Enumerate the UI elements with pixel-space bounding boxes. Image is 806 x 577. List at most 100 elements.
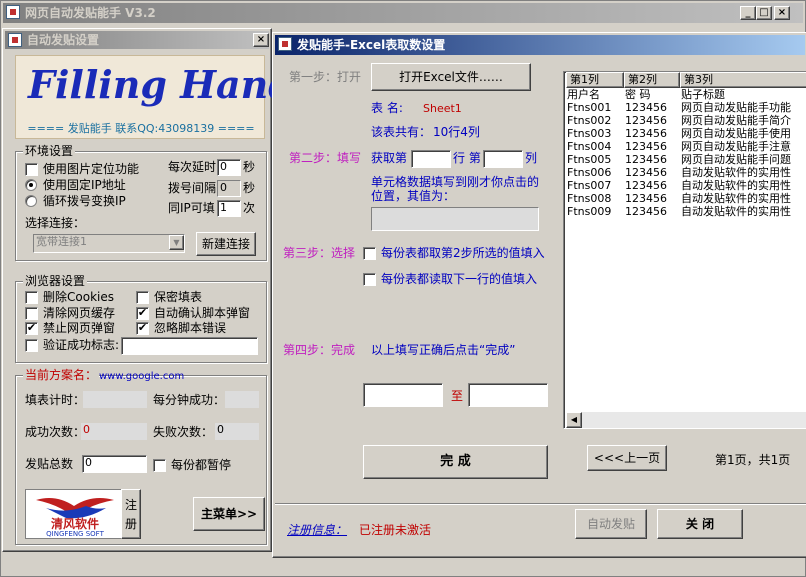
success-count-label: 成功次数： — [25, 425, 86, 439]
column-header-1[interactable]: 第1列 — [566, 72, 624, 88]
verify-success-label: 验证成功标志: — [43, 338, 120, 352]
auto-post-label: 自动发贴 — [586, 517, 635, 531]
total-posts-label: 发贴总数 — [25, 457, 74, 471]
table-row[interactable]: Ftns004 123456 网页自动发贴能手注意 — [564, 140, 806, 153]
scroll-left-button[interactable]: ◀ — [566, 412, 582, 428]
prev-page-button[interactable]: <<<上一页 — [587, 445, 667, 471]
close-dialog-button[interactable]: 关 闭 — [657, 509, 743, 539]
finish-button[interactable]: 完 成 — [363, 445, 548, 479]
main-menu-button[interactable]: 主菜单>> — [193, 497, 265, 531]
table-cell: 自动发贴软件的实用性 — [681, 166, 791, 179]
close-button[interactable]: × — [774, 6, 790, 20]
image-locate-checkbox[interactable] — [25, 163, 38, 176]
settings-close-button[interactable]: × — [253, 33, 269, 47]
settings-titlebar[interactable]: 自动发贴设置 — [5, 31, 269, 49]
table-cell: 自动发贴软件的实用性 — [681, 205, 791, 218]
table-row[interactable]: Ftns008 123456 自动发贴软件的实用性 — [564, 192, 806, 205]
table-cell: 网页自动发贴能手问题 — [681, 153, 791, 166]
dial-ip-label: 循环拨号变换IP — [43, 194, 126, 208]
table-row[interactable]: Ftns007 123456 自动发贴软件的实用性 — [564, 179, 806, 192]
per-minute-value — [225, 391, 259, 408]
dial-interval-unit: 秒 — [243, 181, 256, 195]
table-cell: 123456 — [625, 153, 667, 166]
dial-interval-input[interactable]: 0 — [217, 180, 241, 197]
excel-dialog-icon — [278, 37, 292, 51]
col-input[interactable] — [483, 150, 523, 168]
block-popup-checkbox[interactable]: ✔ — [25, 322, 38, 335]
chevron-down-icon[interactable]: ▼ — [169, 235, 184, 250]
main-window-titlebar[interactable]: 网页自动发贴能手 V3.2 — [3, 3, 803, 23]
table-row[interactable]: Ftns009 123456 自动发贴软件的实用性 — [564, 205, 806, 218]
fixed-value-label: 每份表都取第2步所选的值填入 — [381, 246, 545, 260]
fail-count-value: 0 — [215, 423, 259, 440]
total-posts-input[interactable]: 0 — [82, 455, 147, 473]
row-input[interactable] — [411, 150, 451, 168]
range-to-input[interactable] — [468, 383, 548, 407]
connection-select[interactable]: 宽带连接1 ▼ — [33, 234, 185, 253]
minimize-button[interactable]: _ — [740, 6, 756, 20]
app-icon — [6, 5, 20, 19]
excel-dialog-titlebar[interactable]: 发贴能手-Excel表取数设置 — [275, 35, 805, 55]
table-cell: Ftns005 — [567, 153, 612, 166]
page-info: 第1页，共1页 — [715, 453, 791, 467]
clear-cache-checkbox[interactable] — [25, 307, 38, 320]
cell-desc-line1: 单元格数据填写到刚才你点击的 — [371, 175, 540, 189]
new-connection-button[interactable]: 新建连接 — [196, 232, 256, 256]
register-button[interactable]: 注册 — [121, 489, 141, 539]
excel-table[interactable]: 第1列 第2列 第3列 用户名 密 码 贴子标题 Ftns001 123456 网页自动发… — [563, 71, 806, 429]
verify-success-input[interactable] — [121, 337, 258, 355]
table-cell: Ftns007 — [567, 179, 612, 192]
auto-confirm-label: 自动确认脚本弹窗 — [154, 306, 251, 320]
maximize-button[interactable]: □ — [756, 6, 772, 20]
delay-input[interactable]: 0 — [217, 159, 241, 176]
table-cell: 123456 — [625, 114, 667, 127]
ignore-script-error-label: 忽略脚本错误 — [154, 321, 227, 335]
finish-label: 完 成 — [440, 454, 471, 469]
plan-url: www.google.com — [99, 371, 185, 382]
cell-value-field — [371, 207, 539, 231]
register-button-label: 注册 — [125, 498, 138, 531]
auto-post-button[interactable]: 自动发贴 — [575, 509, 647, 539]
connection-select-value: 宽带连接1 — [36, 235, 87, 248]
pause-each-checkbox[interactable] — [153, 459, 166, 472]
table-row[interactable]: Ftns006 123456 自动发贴软件的实用性 — [564, 166, 806, 179]
fail-count-label: 失败次数： — [153, 425, 214, 439]
ignore-script-error-checkbox[interactable]: ✔ — [136, 322, 149, 335]
sheet-total-value: 10行4列 — [433, 125, 480, 139]
table-cell: Ftns003 — [567, 127, 612, 140]
fill-timer-value — [83, 391, 147, 408]
table-row[interactable]: Ftns003 123456 网页自动发贴能手使用 — [564, 127, 806, 140]
open-excel-label: 打开Excel文件…… — [399, 70, 503, 84]
auto-confirm-checkbox[interactable]: ✔ — [136, 307, 149, 320]
open-excel-button[interactable]: 打开Excel文件…… — [371, 63, 531, 91]
settings-window: 自动发贴设置 × Filling Hands ==== 发贴能手 联系QQ:43… — [2, 28, 317, 552]
same-ip-input[interactable]: 1 — [217, 200, 241, 217]
secret-fill-label: 保密填表 — [154, 290, 203, 304]
secret-fill-checkbox[interactable] — [136, 291, 149, 304]
row-col-label: 行 第 — [453, 151, 481, 165]
table-row[interactable]: Ftns005 123456 网页自动发贴能手问题 — [564, 153, 806, 166]
sheet-name-label: 表 名: — [371, 101, 403, 115]
horizontal-scrollbar[interactable]: ◀ — [566, 412, 806, 428]
fill-timer-label: 填表计时： — [25, 393, 86, 407]
table-cell: 网页自动发贴能手注意 — [681, 140, 791, 153]
verify-success-checkbox[interactable] — [25, 339, 38, 352]
sheet-total-label: 该表共有： — [371, 125, 432, 139]
delete-cookies-checkbox[interactable] — [25, 291, 38, 304]
table-cell: 自动发贴软件的实用性 — [681, 179, 791, 192]
register-info-label[interactable]: 注册信息： — [287, 523, 347, 537]
table-row[interactable]: Ftns002 123456 网页自动发贴能手简介 — [564, 114, 806, 127]
connection-label: 选择连接： — [25, 216, 86, 230]
next-row-checkbox[interactable] — [363, 273, 376, 286]
column-header-2[interactable]: 第2列 — [624, 72, 680, 88]
fixed-value-checkbox[interactable] — [363, 247, 376, 260]
table-row[interactable]: Ftns001 123456 网页自动发贴能手功能 — [564, 101, 806, 114]
dial-ip-radio[interactable] — [25, 195, 37, 207]
logo-text: Filling Hands — [28, 62, 317, 107]
per-minute-label: 每分钟成功： — [153, 393, 226, 407]
table-row[interactable]: 用户名 密 码 贴子标题 — [564, 88, 806, 101]
excel-dialog-title: 发贴能手-Excel表取数设置 — [297, 38, 446, 52]
column-header-3[interactable]: 第3列 — [680, 72, 806, 88]
range-from-input[interactable] — [363, 383, 443, 407]
fixed-ip-radio[interactable] — [25, 179, 37, 191]
